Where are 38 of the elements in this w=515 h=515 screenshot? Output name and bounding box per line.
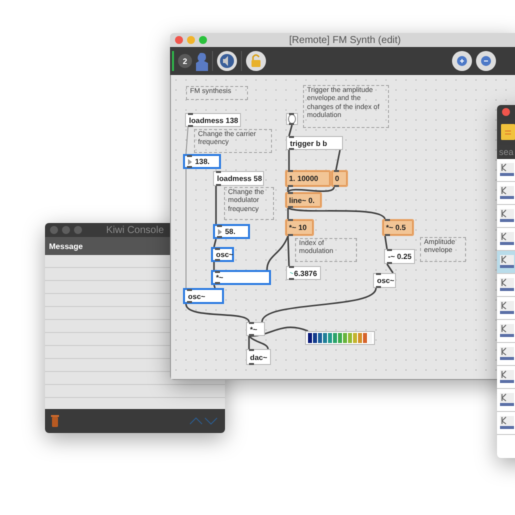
patch-thumbnail-icon [500, 232, 514, 246]
zoom-in-icon[interactable] [452, 51, 472, 71]
patch-thumbnail-icon [500, 163, 514, 177]
patch-cord[interactable] [288, 207, 386, 220]
patch-thumbnail-icon [500, 370, 514, 384]
patch-thumbnail-icon [500, 255, 514, 269]
patch-thumbnail-icon [500, 416, 514, 430]
window-title: Kiwi Console [106, 224, 164, 236]
patch-cord[interactable] [288, 124, 293, 136]
patch-cord[interactable] [248, 335, 269, 350]
patch-cord[interactable] [248, 326, 308, 337]
bang-button[interactable] [286, 113, 298, 125]
patch-cord[interactable] [335, 150, 341, 170]
lock-icon[interactable] [246, 51, 266, 71]
patch-cord[interactable] [213, 284, 216, 288]
patch-thumbnail-icon [500, 186, 514, 200]
patch-cord[interactable] [213, 238, 217, 248]
patch-cord[interactable] [287, 186, 335, 193]
patch-thumbnail-icon [500, 278, 514, 292]
window-title: [Remote] FM Synth (edit) [289, 34, 401, 46]
zoom-out-icon[interactable] [476, 51, 496, 71]
patch-thumbnail-icon [500, 301, 514, 315]
patch-cord[interactable] [266, 236, 289, 270]
user-count-badge: 2 [178, 54, 192, 68]
users-icon[interactable] [196, 51, 208, 71]
wave-icon [290, 271, 294, 275]
patch-cord[interactable] [287, 236, 290, 266]
speaker-icon[interactable] [217, 51, 237, 71]
trash-icon[interactable] [51, 415, 59, 427]
patch-thumbnail-icon [500, 393, 514, 407]
patch-cord[interactable] [384, 236, 388, 250]
patch-cord[interactable] [185, 304, 250, 322]
patch-thumbnail-icon [500, 347, 514, 361]
patch-cord[interactable] [261, 288, 377, 322]
close-button[interactable] [502, 108, 510, 116]
patch-thumbnail-icon [500, 209, 514, 223]
patch-cord[interactable] [386, 264, 394, 274]
patch-thumbnail-icon [500, 324, 514, 338]
